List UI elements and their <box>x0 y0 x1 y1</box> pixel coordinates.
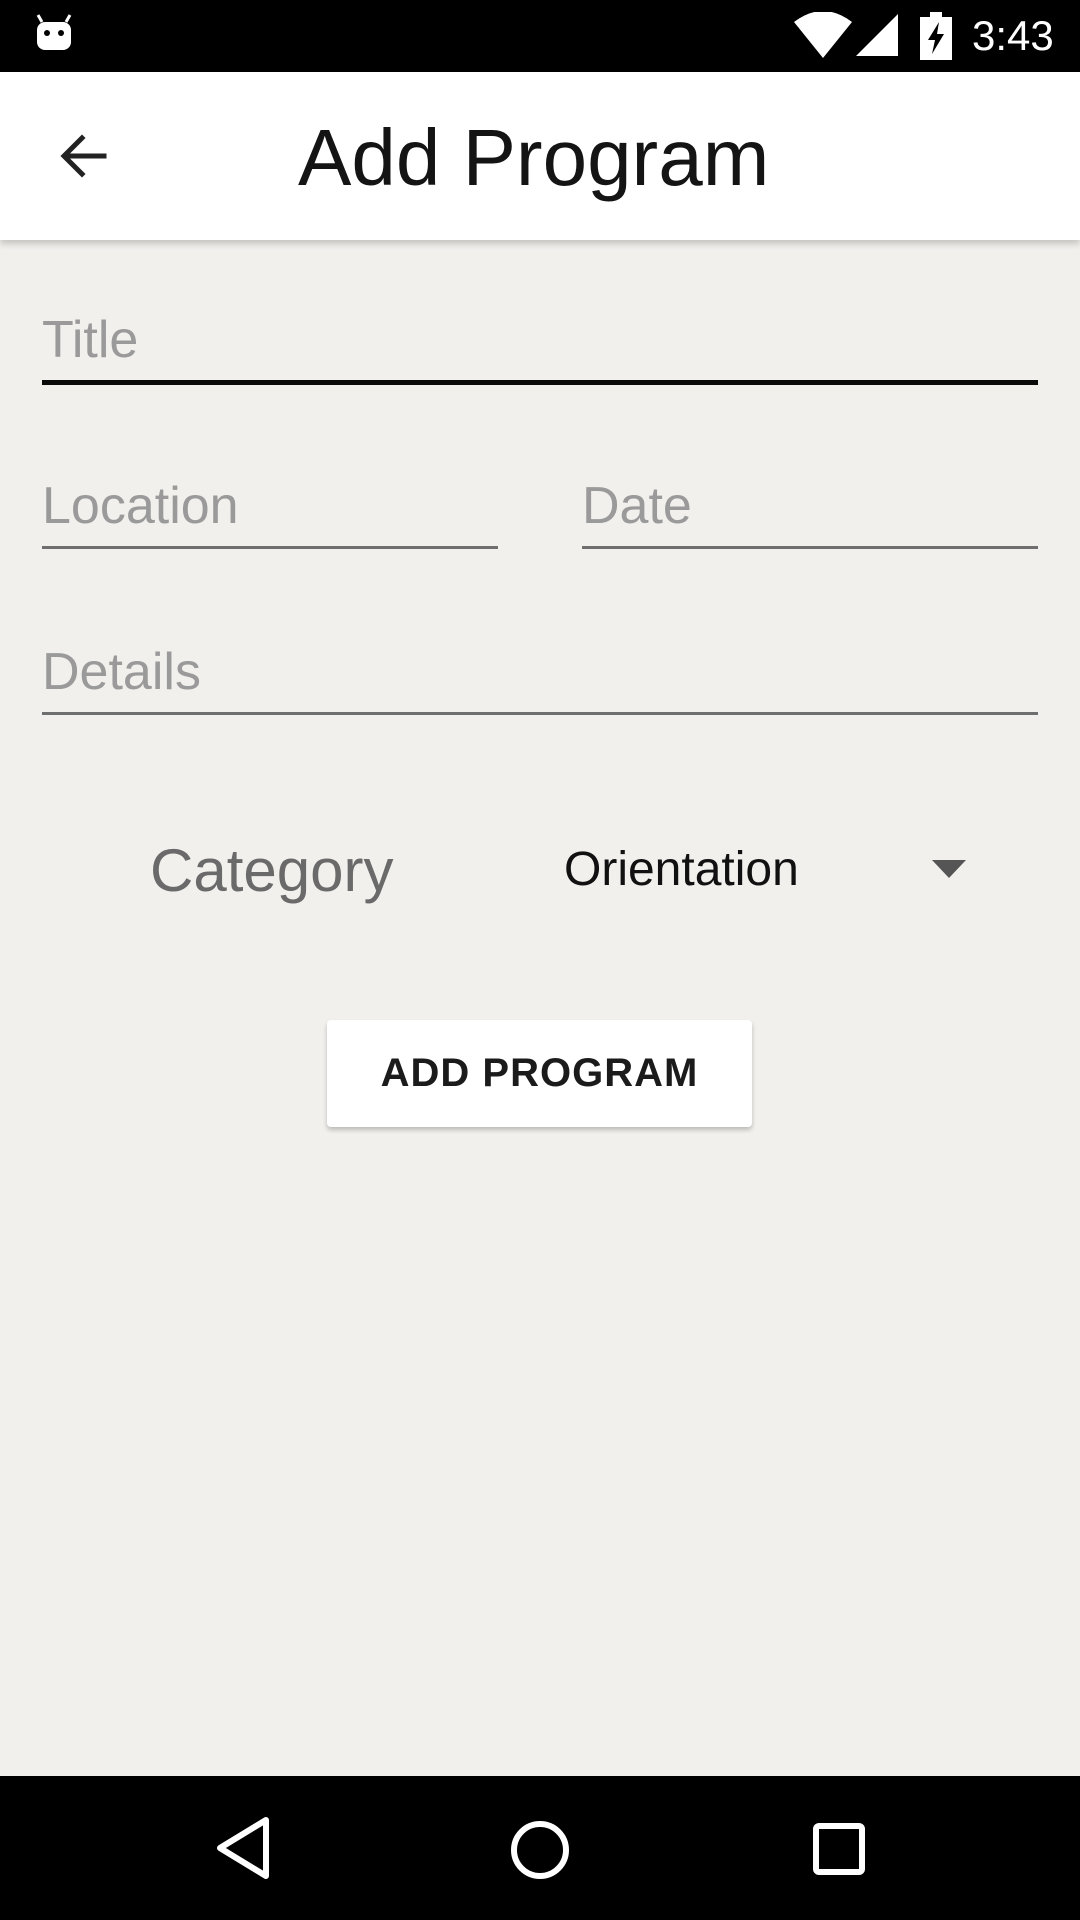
date-field-container <box>582 466 1038 549</box>
navigation-bar <box>0 1776 1080 1920</box>
category-selected-value: Orientation <box>564 843 799 896</box>
title-field-container <box>42 300 1038 385</box>
page-title: Add Program <box>298 113 770 202</box>
nav-home-icon[interactable] <box>500 1810 580 1890</box>
android-icon <box>36 14 72 50</box>
category-label: Category <box>150 837 394 904</box>
status-bar: 3:43 <box>0 0 1080 72</box>
details-field-container <box>42 632 1038 715</box>
location-input[interactable] <box>42 466 498 546</box>
back-button[interactable] <box>40 112 128 200</box>
nav-back-icon[interactable] <box>206 1810 282 1886</box>
dropdown-arrow-icon <box>932 860 966 878</box>
wifi-icon <box>794 12 852 58</box>
add-program-button[interactable]: ADD PROGRAM <box>327 1020 752 1127</box>
location-field-container <box>42 466 498 549</box>
status-clock: 3:43 <box>972 12 1054 59</box>
date-input[interactable] <box>582 466 1038 546</box>
title-input[interactable] <box>42 300 1038 380</box>
nav-recents-icon[interactable] <box>800 1810 880 1890</box>
arrow-back-icon <box>60 134 107 178</box>
battery-charging-icon <box>920 12 952 60</box>
details-input[interactable] <box>42 632 1038 712</box>
category-dropdown[interactable]: Orientation <box>540 830 980 910</box>
signal-icon <box>856 14 898 56</box>
app-bar: Add Program <box>0 72 1080 240</box>
